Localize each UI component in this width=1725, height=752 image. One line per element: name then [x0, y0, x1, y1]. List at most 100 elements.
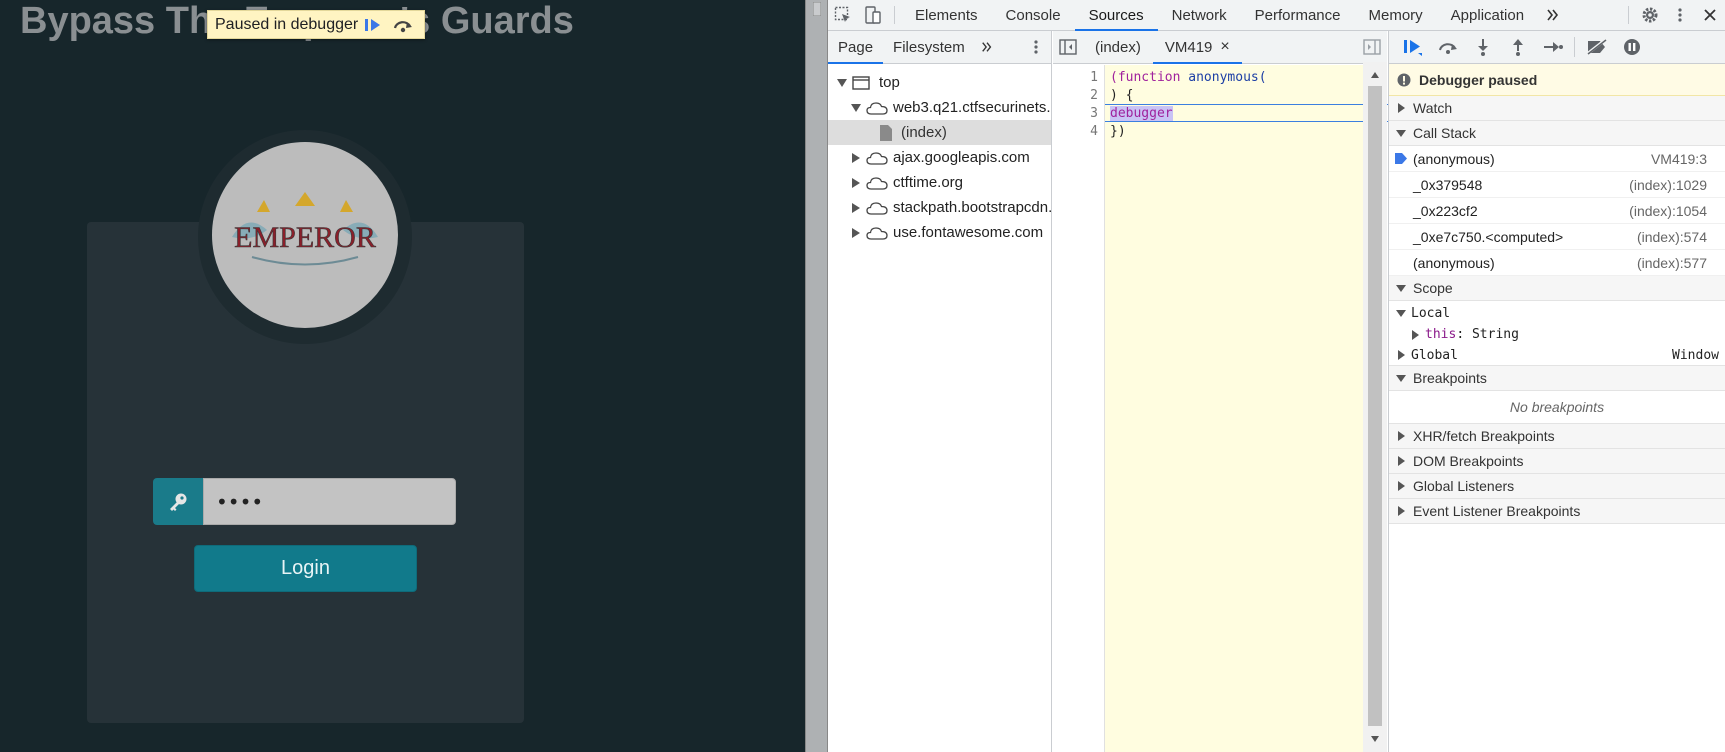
- frame-function: _0x379548: [1413, 176, 1483, 193]
- editor-tabbar: (index) VM419 ×: [1053, 31, 1387, 64]
- call-stack-frame[interactable]: _0x223cf2 (index):1054: [1389, 198, 1725, 224]
- code-area[interactable]: 1 2 3 4 (function anonymous( ) { debugge…: [1053, 65, 1415, 752]
- section-watch[interactable]: Watch: [1389, 96, 1725, 121]
- call-stack-frame[interactable]: _0x379548 (index):1029: [1389, 172, 1725, 198]
- call-stack-frame[interactable]: _0xe7c750.<computed> (index):574: [1389, 224, 1725, 250]
- tree-item-label: top: [879, 74, 900, 91]
- frame-location[interactable]: (index):1054: [1629, 203, 1707, 219]
- more-options-kebab-icon[interactable]: [1665, 0, 1695, 30]
- section-breakpoints[interactable]: Breakpoints: [1389, 366, 1725, 391]
- line-number[interactable]: 1: [1090, 69, 1098, 87]
- toolbar-divider: [1628, 6, 1629, 24]
- collapsed-triangle-icon[interactable]: [850, 202, 862, 214]
- collapsed-triangle-icon: [1395, 430, 1407, 442]
- settings-gear-icon[interactable]: [1635, 0, 1665, 30]
- resume-script-icon[interactable]: [1395, 32, 1430, 62]
- tab-performance[interactable]: Performance: [1241, 0, 1355, 30]
- tree-item-label: ajax.googleapis.com: [893, 149, 1030, 166]
- frame-location[interactable]: (index):577: [1637, 255, 1707, 271]
- code-line-1: (function anonymous(: [1110, 69, 1267, 87]
- paused-text: Debugger paused: [1419, 71, 1538, 88]
- toggle-debugger-sidebar-icon[interactable]: [1357, 31, 1387, 63]
- frame-location[interactable]: (index):1029: [1629, 177, 1707, 193]
- tab-elements[interactable]: Elements: [901, 0, 992, 30]
- line-number[interactable]: 4: [1090, 123, 1098, 141]
- section-title: DOM Breakpoints: [1413, 453, 1524, 469]
- expanded-triangle-icon[interactable]: [836, 77, 848, 89]
- section-event-listener-breakpoints[interactable]: Event Listener Breakpoints: [1389, 499, 1725, 524]
- section-title: Scope: [1413, 280, 1453, 296]
- property-value: : String: [1456, 327, 1519, 342]
- scope-this-property[interactable]: this : String: [1389, 324, 1725, 345]
- frame-function: (anonymous): [1413, 254, 1495, 271]
- tab-network[interactable]: Network: [1158, 0, 1241, 30]
- source-editor: (index) VM419 × 1 2 3 4 (function anonym…: [1053, 31, 1415, 752]
- more-tabs-chevron-icon[interactable]: [1538, 0, 1568, 30]
- close-devtools-icon[interactable]: [1695, 0, 1725, 30]
- tab-memory[interactable]: Memory: [1355, 0, 1437, 30]
- scope-local[interactable]: Local: [1389, 303, 1725, 324]
- tree-item-domain[interactable]: ctftime.org: [828, 170, 1051, 195]
- collapsed-triangle-icon: [1395, 505, 1407, 517]
- frame-location[interactable]: (index):574: [1637, 229, 1707, 245]
- section-scope[interactable]: Scope: [1389, 276, 1725, 301]
- devtools-splitter[interactable]: [805, 0, 828, 752]
- editor-tab-vm419[interactable]: VM419 ×: [1152, 31, 1242, 64]
- password-input[interactable]: [203, 478, 456, 525]
- section-call-stack[interactable]: Call Stack: [1389, 121, 1725, 146]
- tree-item-domain[interactable]: web3.q21.ctfsecurinets.com: [828, 95, 1051, 120]
- editor-scrollbar[interactable]: [1363, 62, 1387, 752]
- pause-on-exceptions-icon[interactable]: [1614, 32, 1649, 62]
- collapsed-triangle-icon: [1409, 329, 1421, 341]
- navigator-menu-icon[interactable]: [1021, 31, 1051, 63]
- line-number[interactable]: 2: [1090, 87, 1098, 105]
- key-icon: [153, 478, 203, 525]
- debugger-sidebar: Debugger paused Watch Call Stack (anonym…: [1388, 31, 1725, 752]
- line-number[interactable]: 3: [1090, 105, 1098, 123]
- close-tab-icon[interactable]: ×: [1220, 38, 1229, 56]
- inspect-element-icon[interactable]: [828, 0, 858, 30]
- call-stack-frame[interactable]: (anonymous) (index):577: [1389, 250, 1725, 276]
- toggle-navigator-icon[interactable]: [1053, 31, 1083, 63]
- tab-sources[interactable]: Sources: [1074, 0, 1158, 31]
- more-navigator-tabs-icon[interactable]: [975, 31, 999, 63]
- debugger-paused-banner: Debugger paused: [1389, 64, 1725, 96]
- code-line-2: ) {: [1110, 88, 1134, 103]
- tree-item-domain[interactable]: use.fontawesome.com: [828, 220, 1051, 245]
- section-title: Watch: [1413, 100, 1453, 116]
- scope-global-value: Window: [1672, 347, 1719, 363]
- step-icon[interactable]: [1535, 32, 1570, 62]
- tab-filesystem[interactable]: Filesystem: [883, 31, 975, 63]
- tree-item-domain[interactable]: ajax.googleapis.com: [828, 145, 1051, 170]
- editor-tab-index[interactable]: (index): [1083, 31, 1153, 63]
- collapsed-triangle-icon[interactable]: [850, 177, 862, 189]
- devtools-panel: Elements Console Sources Network Perform…: [828, 0, 1725, 752]
- tab-console[interactable]: Console: [992, 0, 1075, 30]
- step-out-icon[interactable]: [1500, 32, 1535, 62]
- info-icon: [1397, 73, 1411, 87]
- section-dom-breakpoints[interactable]: DOM Breakpoints: [1389, 449, 1725, 474]
- device-toolbar-icon[interactable]: [858, 0, 888, 30]
- expanded-triangle-icon[interactable]: [850, 102, 862, 114]
- tree-item-index[interactable]: (index): [828, 120, 1051, 145]
- section-xhr-breakpoints[interactable]: XHR/fetch Breakpoints: [1389, 424, 1725, 449]
- navigator-toolbar: Page Filesystem: [828, 31, 1051, 64]
- frame-location[interactable]: VM419:3: [1651, 151, 1707, 167]
- tree-item-domain[interactable]: stackpath.bootstrapcdn.com: [828, 195, 1051, 220]
- deactivate-breakpoints-icon[interactable]: [1579, 32, 1614, 62]
- step-over-icon[interactable]: [1430, 32, 1465, 62]
- tab-application[interactable]: Application: [1437, 0, 1538, 30]
- tab-page[interactable]: Page: [828, 31, 884, 64]
- web-page: Bypass The Emperor's Guards Paused in de…: [0, 0, 805, 752]
- resume-icon[interactable]: [358, 11, 388, 38]
- scope-global[interactable]: Global Window: [1389, 345, 1725, 366]
- step-over-icon[interactable]: [388, 11, 418, 38]
- collapsed-triangle-icon[interactable]: [850, 227, 862, 239]
- line-number-gutter[interactable]: 1 2 3 4: [1053, 65, 1105, 752]
- section-global-listeners[interactable]: Global Listeners: [1389, 474, 1725, 499]
- call-stack-frame[interactable]: (anonymous) VM419:3: [1389, 146, 1725, 172]
- tree-item-top[interactable]: top: [828, 70, 1051, 95]
- login-button[interactable]: Login: [194, 545, 417, 592]
- step-into-icon[interactable]: [1465, 32, 1500, 62]
- collapsed-triangle-icon[interactable]: [850, 152, 862, 164]
